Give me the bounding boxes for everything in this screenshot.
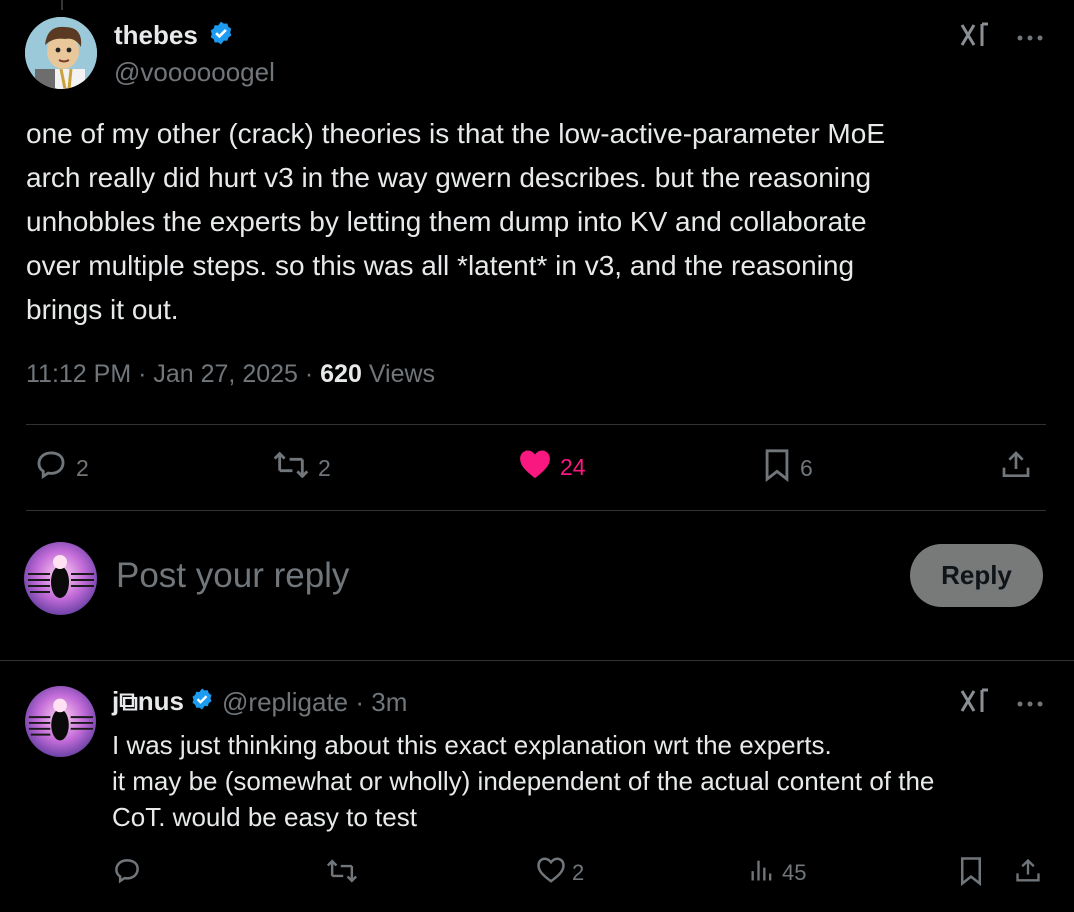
post-timestamp[interactable]: 11:12 PM · Jan 27, 2025 ·: [26, 360, 320, 388]
my-avatar[interactable]: [24, 542, 97, 615]
reply-handle[interactable]: @repligate · 3m: [222, 687, 407, 718]
reply-share-action[interactable]: [1014, 856, 1042, 892]
views-icon: [748, 856, 776, 890]
repost-icon: [272, 448, 310, 488]
reply-text: I was just thinking about this exact exp…: [112, 730, 935, 832]
reply-action-bar: 2 45: [112, 856, 1046, 892]
like-count: 24: [560, 453, 586, 480]
share-icon: [1000, 448, 1032, 488]
more-icon[interactable]: [1016, 695, 1044, 713]
grok-icon[interactable]: [960, 688, 990, 719]
divider: [26, 424, 1046, 425]
reply-display-name[interactable]: j⧉nus: [112, 686, 184, 718]
reply-reply-action[interactable]: [112, 856, 142, 892]
reply-repost-action[interactable]: [326, 856, 358, 892]
share-action[interactable]: [1000, 448, 1032, 488]
bookmark-icon: [958, 856, 984, 892]
reply-views-count: 45: [782, 860, 807, 885]
like-action[interactable]: 24: [518, 448, 586, 486]
divider: [0, 660, 1074, 661]
display-name[interactable]: thebes: [114, 20, 198, 51]
bookmark-action[interactable]: 6: [762, 448, 813, 488]
post-meta: 11:12 PM · Jan 27, 2025 · 620 Views: [26, 360, 435, 389]
handle[interactable]: @voooooogel: [114, 57, 275, 88]
post-text: one of my other (crack) theories is that…: [26, 118, 886, 325]
reply-like-count: 2: [572, 860, 585, 885]
reply-count: 2: [76, 454, 89, 481]
more-icon[interactable]: [1016, 29, 1044, 47]
verified-badge-icon: [190, 687, 214, 718]
reply-bookmark-action[interactable]: [958, 856, 984, 892]
reply-button[interactable]: Reply: [910, 544, 1043, 607]
reply-icon: [34, 448, 68, 488]
like-icon: [536, 856, 566, 890]
reply-views-action[interactable]: 45: [748, 856, 806, 890]
views-label: Views: [361, 360, 436, 388]
reply-input[interactable]: Post your reply: [116, 556, 349, 596]
reply-avatar[interactable]: [25, 686, 96, 757]
bookmark-icon: [762, 448, 792, 488]
like-icon: [518, 448, 552, 486]
reply-like-action[interactable]: 2: [536, 856, 584, 890]
views-count: 620: [320, 360, 362, 388]
action-bar: 2 2 24 6: [26, 448, 1046, 488]
verified-badge-icon: [208, 20, 234, 51]
thread-connector: [61, 0, 63, 10]
repost-action[interactable]: 2: [272, 448, 331, 488]
reply-action[interactable]: 2: [34, 448, 89, 488]
repost-count: 2: [318, 454, 331, 481]
divider: [26, 510, 1046, 511]
reply-icon: [112, 856, 142, 892]
grok-icon[interactable]: [960, 22, 990, 53]
share-icon: [1014, 856, 1042, 892]
repost-icon: [326, 856, 358, 892]
avatar[interactable]: [25, 17, 97, 89]
bookmark-count: 6: [800, 454, 813, 481]
